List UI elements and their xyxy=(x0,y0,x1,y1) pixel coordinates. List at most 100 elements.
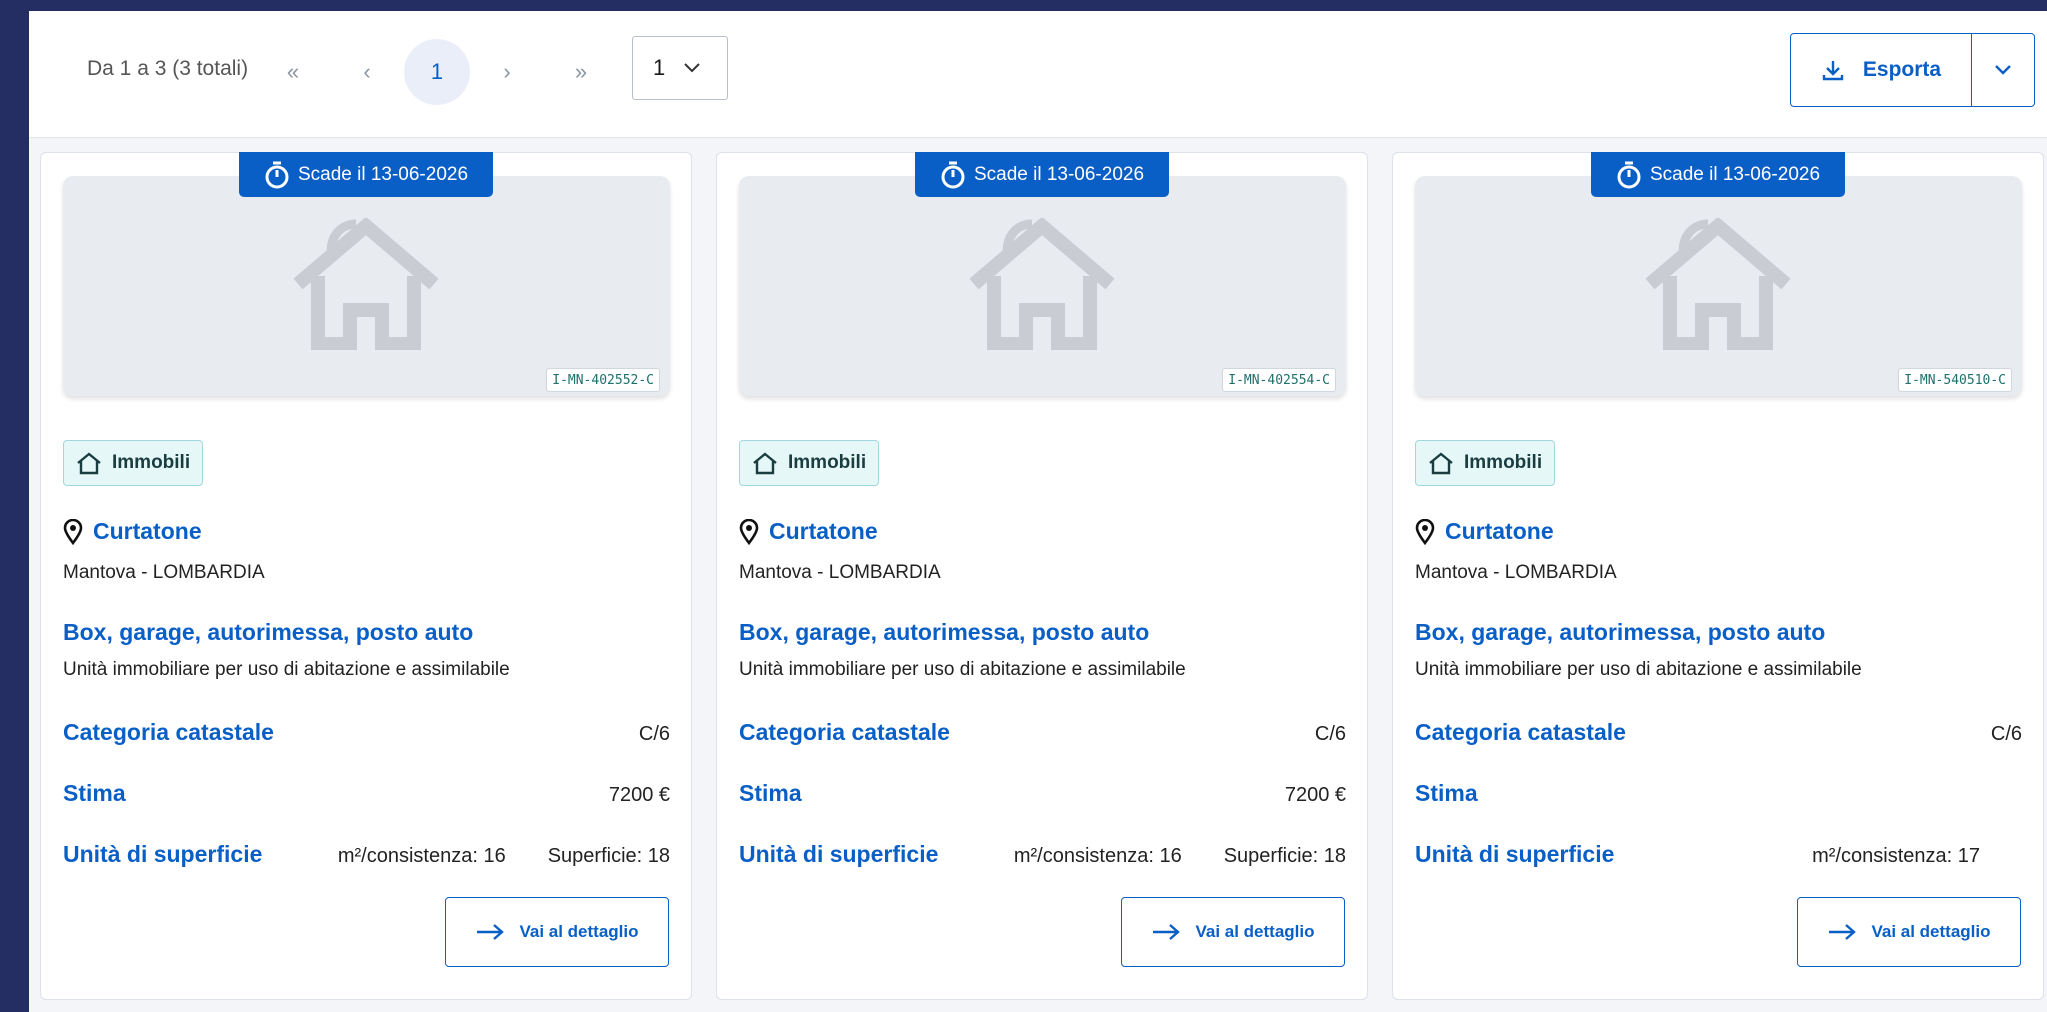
listing-code: I-MN-402554-C xyxy=(1222,368,1336,392)
consistency-value: m²/consistenza: 16 xyxy=(1013,845,1182,867)
estimate-label: Stima xyxy=(739,780,802,806)
listing-code: I-MN-402552-C xyxy=(546,368,660,392)
cadastral-value: C/6 xyxy=(638,723,670,745)
page-select[interactable]: 1 xyxy=(632,36,728,100)
export-split-button: Esporta xyxy=(1790,33,2035,107)
category-badge: Immobili xyxy=(1415,440,1556,486)
estimate-row: Stima 7200 € xyxy=(63,780,670,807)
export-label: Esporta xyxy=(1862,58,1942,81)
stopwatch-icon xyxy=(1617,161,1641,188)
category-badge: Immobili xyxy=(63,440,204,486)
arrow-right-icon xyxy=(477,924,505,940)
consistency-value: m²/consistenza: 17 xyxy=(1812,845,1980,867)
cadastral-label: Categoria catastale xyxy=(739,719,950,745)
category-label: Immobili xyxy=(788,452,867,473)
detail-button[interactable]: Vai al dettaglio xyxy=(1121,897,1345,967)
download-icon xyxy=(1822,61,1844,81)
expiry-text: Scade il 13-06-2026 xyxy=(1649,163,1821,185)
chevron-left-icon: ‹ xyxy=(363,59,371,84)
city-link[interactable]: Curtatone xyxy=(769,518,878,545)
listing-photo-placeholder[interactable]: I-MN-540510-C xyxy=(1415,176,2022,396)
double-chevron-left-icon: « xyxy=(286,59,300,84)
house-placeholder-icon xyxy=(969,218,1115,350)
arrow-right-icon xyxy=(1153,924,1181,940)
subtype: Unità immobiliare per uso di abitazione … xyxy=(63,659,510,680)
estimate-value: 7200 € xyxy=(608,784,670,806)
surface-row: Unità di superficie m²/consistenza: 16 S… xyxy=(63,841,670,868)
detail-label: Vai al dettaglio xyxy=(1195,922,1315,941)
expiry-badge: Scade il 13-06-2026 xyxy=(1591,152,1845,197)
cadastral-label: Categoria catastale xyxy=(63,719,274,745)
prev-page-button[interactable]: ‹ xyxy=(334,39,400,105)
surface-row: Unità di superficie m²/consistenza: 16 S… xyxy=(739,841,1346,868)
page-1-button[interactable]: 1 xyxy=(404,39,470,105)
chevron-right-icon: › xyxy=(503,59,511,84)
arrow-right-icon xyxy=(1829,924,1857,940)
estimate-label: Stima xyxy=(63,780,126,806)
location: Curtatone xyxy=(63,518,202,545)
page-number: 1 xyxy=(430,59,444,84)
estimate-row: Stima xyxy=(1415,780,2022,807)
map-pin-icon xyxy=(63,518,83,545)
estimate-value: 7200 € xyxy=(1284,784,1346,806)
next-page-button[interactable]: › xyxy=(474,39,540,105)
category-label: Immobili xyxy=(1464,452,1543,473)
results-toolbar: Da 1 a 3 (3 totali) « ‹ 1 › » 1 Esporta xyxy=(29,11,2047,138)
subtype: Unità immobiliare per uso di abitazione … xyxy=(1415,659,1862,680)
category-label: Immobili xyxy=(112,452,191,473)
expiry-badge: Scade il 13-06-2026 xyxy=(915,152,1169,197)
city-link[interactable]: Curtatone xyxy=(1445,518,1554,545)
listing-card: I-MN-402554-C Scade il 13-06-2026 Immobi… xyxy=(716,152,1368,1000)
province: Mantova - LOMBARDIA xyxy=(1415,562,1617,583)
surface-row: Unità di superficie m²/consistenza: 17 xyxy=(1415,841,2022,868)
surface-label: Unità di superficie xyxy=(63,841,263,867)
cadastral-row: Categoria catastale C/6 xyxy=(739,719,1346,746)
expiry-badge: Scade il 13-06-2026 xyxy=(239,152,493,197)
house-icon xyxy=(77,452,101,475)
listing-card: I-MN-540510-C Scade il 13-06-2026 Immobi… xyxy=(1392,152,2044,1000)
last-page-button[interactable]: » xyxy=(548,39,614,105)
detail-button[interactable]: Vai al dettaglio xyxy=(445,897,669,967)
cadastral-value: C/6 xyxy=(1314,723,1346,745)
expiry-text: Scade il 13-06-2026 xyxy=(973,163,1145,185)
app-window: Da 1 a 3 (3 totali) « ‹ 1 › » 1 Esporta … xyxy=(29,11,2047,1012)
map-pin-icon xyxy=(1415,518,1435,545)
export-button[interactable]: Esporta xyxy=(1791,34,1972,106)
surface-value: Superficie: 18 xyxy=(547,845,670,867)
chevron-down-icon xyxy=(684,63,700,73)
cadastral-row: Categoria catastale C/6 xyxy=(63,719,670,746)
page-select-value: 1 xyxy=(653,55,666,80)
typology: Box, garage, autorimessa, posto auto xyxy=(63,619,474,645)
cadastral-label: Categoria catastale xyxy=(1415,719,1626,745)
detail-button[interactable]: Vai al dettaglio xyxy=(1797,897,2021,967)
chevron-down-icon xyxy=(1995,65,2011,75)
map-pin-icon xyxy=(739,518,759,545)
stopwatch-icon xyxy=(265,161,289,188)
surface-label: Unità di superficie xyxy=(739,841,939,867)
stopwatch-icon xyxy=(941,161,965,188)
first-page-button[interactable]: « xyxy=(260,39,326,105)
province: Mantova - LOMBARDIA xyxy=(739,562,941,583)
cadastral-value: C/6 xyxy=(1990,723,2022,745)
cadastral-row: Categoria catastale C/6 xyxy=(1415,719,2022,746)
expiry-text: Scade il 13-06-2026 xyxy=(297,163,469,185)
detail-label: Vai al dettaglio xyxy=(519,922,639,941)
location: Curtatone xyxy=(739,518,878,545)
listing-photo-placeholder[interactable]: I-MN-402554-C xyxy=(739,176,1346,396)
surface-value: Superficie: 18 xyxy=(1223,845,1346,867)
province: Mantova - LOMBARDIA xyxy=(63,562,265,583)
estimate-row: Stima 7200 € xyxy=(739,780,1346,807)
location: Curtatone xyxy=(1415,518,1554,545)
category-badge: Immobili xyxy=(739,440,880,486)
export-options-button[interactable] xyxy=(1972,34,2034,106)
estimate-label: Stima xyxy=(1415,780,1478,806)
city-link[interactable]: Curtatone xyxy=(93,518,202,545)
house-placeholder-icon xyxy=(1645,218,1791,350)
listing-photo-placeholder[interactable]: I-MN-402552-C xyxy=(63,176,670,396)
listing-card: I-MN-402552-C Scade il 13-06-2026 Immobi… xyxy=(40,152,692,1000)
house-placeholder-icon xyxy=(293,218,439,350)
surface-label: Unità di superficie xyxy=(1415,841,1615,867)
listing-code: I-MN-540510-C xyxy=(1898,368,2012,392)
subtype: Unità immobiliare per uso di abitazione … xyxy=(739,659,1186,680)
house-icon xyxy=(1429,452,1453,475)
